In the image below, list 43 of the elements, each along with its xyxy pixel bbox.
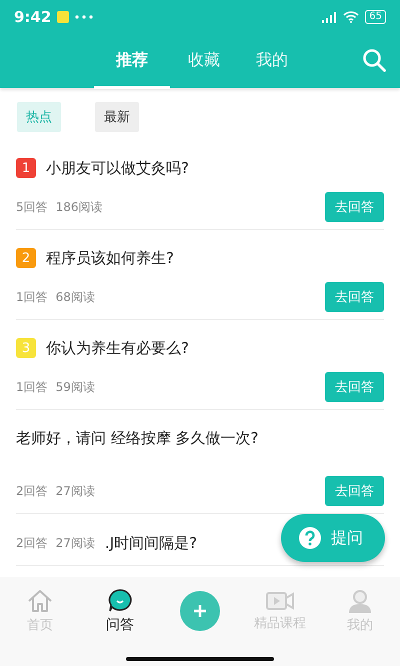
house-icon[interactable]: [27, 588, 53, 614]
answer-count: 2回答: [16, 482, 48, 500]
header-tab[interactable]: 我的: [238, 34, 306, 89]
ask-button[interactable]: 提问: [281, 514, 385, 562]
question-title[interactable]: 小朋友可以做艾灸吗?: [46, 158, 189, 178]
app-icon: [57, 11, 70, 23]
answer-count: 5回答: [16, 198, 48, 216]
status-time: 9:42: [14, 8, 52, 26]
battery-indicator: 65: [365, 10, 386, 24]
read-count: 27阅读: [56, 534, 95, 552]
answer-button[interactable]: 去回答: [325, 476, 384, 506]
search-icon[interactable]: [362, 48, 386, 72]
rank-badge: 3: [16, 338, 36, 358]
question-title[interactable]: 程序员该如何养生?: [46, 248, 174, 268]
person-icon[interactable]: [347, 588, 373, 614]
wifi-icon: [343, 11, 360, 23]
question-icon: [299, 527, 321, 549]
nav-label[interactable]: 问答: [106, 616, 134, 634]
answer-count: 1回答: [16, 378, 48, 396]
read-count: 186阅读: [56, 198, 103, 216]
rank-badge: 1: [16, 158, 36, 178]
plus-icon: [193, 604, 207, 618]
add-button[interactable]: [180, 591, 220, 631]
read-count: 68阅读: [56, 288, 95, 306]
answer-button[interactable]: 去回答: [325, 192, 384, 222]
answer-button[interactable]: 去回答: [325, 372, 384, 402]
read-count: 27阅读: [56, 482, 95, 500]
answer-count: 2回答: [16, 534, 48, 552]
header-tab[interactable]: 收藏: [170, 34, 238, 89]
answer-count: 1回答: [16, 288, 48, 306]
signal-icon: [322, 12, 338, 22]
video-camera-icon[interactable]: [266, 590, 294, 612]
filter-chip[interactable]: 热点: [17, 102, 61, 132]
answer-button[interactable]: 去回答: [325, 282, 384, 312]
filter-chip[interactable]: 最新: [95, 102, 139, 132]
question-title[interactable]: 老师好，请问 经络按摩 多久做一次?: [16, 428, 258, 448]
question-title[interactable]: .J时间间隔是?: [104, 534, 198, 552]
speech-bubble-icon[interactable]: [107, 588, 133, 614]
more-icon: [75, 15, 94, 19]
question-title[interactable]: 你认为养生有必要么?: [46, 338, 189, 358]
rank-badge: 2: [16, 248, 36, 268]
header-tab[interactable]: 推荐: [94, 34, 170, 89]
read-count: 59阅读: [56, 378, 95, 396]
